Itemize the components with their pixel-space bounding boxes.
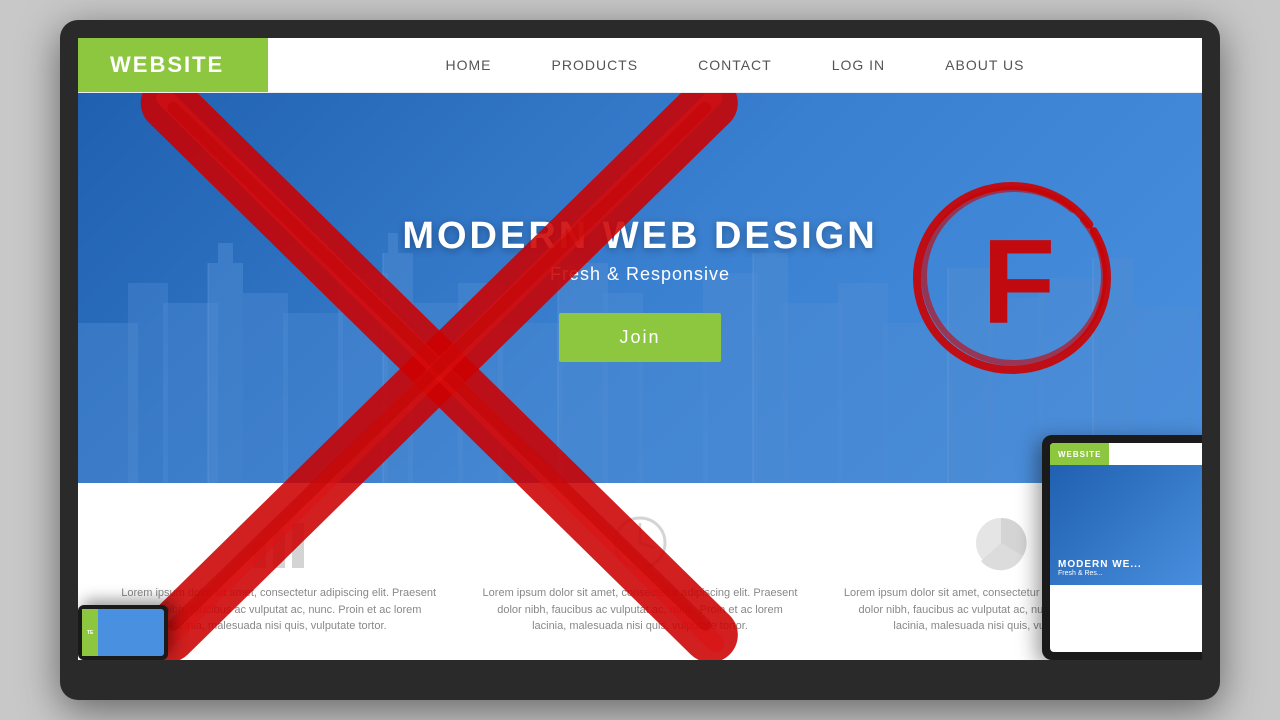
- bar-chart-icon: [249, 513, 309, 573]
- nav-link-products[interactable]: PRODUCTS: [552, 57, 639, 73]
- monitor-screen: WEBSITE HOME PRODUCTS CONTACT LOG IN ABO…: [78, 38, 1202, 660]
- phone-screen: TE: [82, 609, 164, 656]
- navbar-brand: WEBSITE: [78, 38, 268, 92]
- hero-subtitle: Fresh & Responsive: [402, 264, 877, 285]
- tablet-screen: WEBSITE MODERN WE... Fresh & Res...: [1050, 443, 1202, 652]
- tablet-hero: MODERN WE... Fresh & Res...: [1050, 465, 1202, 585]
- hero-content: MODERN WEB DESIGN Fresh & Responsive Joi…: [402, 215, 877, 362]
- phone-brand: TE: [82, 609, 98, 656]
- clock-icon: [610, 513, 670, 573]
- feature-text-2: Lorem ipsum dolor sit amet, consectetur …: [479, 585, 800, 635]
- navbar-links: HOME PRODUCTS CONTACT LOG IN ABOUT US: [268, 57, 1202, 73]
- nav-link-login[interactable]: LOG IN: [832, 57, 885, 73]
- feature-item-2: Lorem ipsum dolor sit amet, consectetur …: [479, 513, 800, 635]
- nav-link-about[interactable]: ABOUT US: [945, 57, 1024, 73]
- hero-title: MODERN WEB DESIGN: [402, 215, 877, 258]
- nav-link-home[interactable]: HOME: [446, 57, 492, 73]
- tablet-navbar: WEBSITE: [1050, 443, 1202, 465]
- nav-link-contact[interactable]: CONTACT: [698, 57, 772, 73]
- pie-chart-icon: [971, 513, 1031, 573]
- monitor: WEBSITE HOME PRODUCTS CONTACT LOG IN ABO…: [60, 20, 1220, 700]
- hero-section: MODERN WEB DESIGN Fresh & Responsive Joi…: [78, 93, 1202, 483]
- tablet-hero-subtitle: Fresh & Res...: [1058, 570, 1103, 577]
- hero-join-button[interactable]: Join: [559, 313, 720, 362]
- tablet-brand: WEBSITE: [1050, 443, 1109, 465]
- navbar: WEBSITE HOME PRODUCTS CONTACT LOG IN ABO…: [78, 38, 1202, 93]
- tablet-device: WEBSITE MODERN WE... Fresh & Res...: [1042, 435, 1202, 660]
- features-section: Lorem ipsum dolor sit amet, consectetur …: [78, 483, 1202, 660]
- phone-device: TE: [78, 605, 168, 660]
- tablet-hero-title: MODERN WE...: [1058, 559, 1142, 570]
